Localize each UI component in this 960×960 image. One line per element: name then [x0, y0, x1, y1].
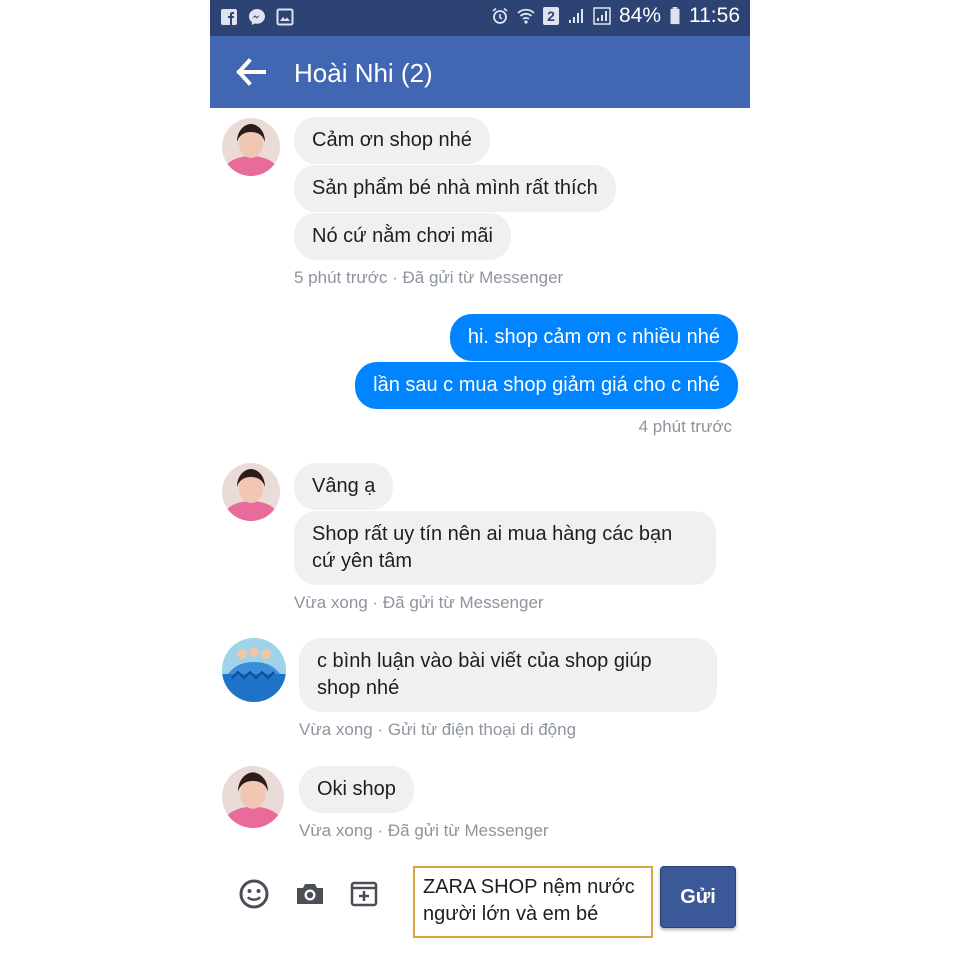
- message-meta: Vừa xong · Đã gửi từ Messenger: [299, 821, 549, 840]
- message-bubble: Shop rất uy tín nên ai mua hàng các bạn …: [294, 511, 716, 585]
- message-bubble-outgoing: hi. shop cảm ơn c nhiều nhé: [449, 314, 738, 361]
- app-bar: Hoài Nhi (2): [210, 36, 750, 108]
- message-bubble-outgoing: lần sau c mua shop giảm giá cho c nhé: [355, 362, 738, 409]
- phone-screen: 2 84% 11:56 Hoài Nhi (2) Cảm ơn shop nhé…: [210, 0, 750, 960]
- image-icon: [276, 8, 294, 26]
- message-bubble: Sản phẩm bé nhà mình rất thích: [294, 165, 616, 212]
- message-bubble: Oki shop: [299, 766, 414, 813]
- message-bubble: Vâng ạ: [294, 463, 394, 510]
- alarm-icon: [492, 7, 508, 24]
- signal-icon: [593, 7, 611, 25]
- battery-percent: 84%: [618, 4, 661, 27]
- message-meta: 4 phút trước: [638, 417, 732, 436]
- emoji-icon[interactable]: [238, 878, 270, 910]
- sim-badge: 2: [542, 7, 559, 25]
- facebook-icon: [221, 9, 237, 25]
- message-meta: 5 phút trước · Đã gửi từ Messenger: [294, 268, 564, 287]
- status-bar: 2 84% 11:56: [210, 0, 750, 36]
- messenger-icon: [249, 9, 265, 25]
- avatar[interactable]: [222, 118, 280, 176]
- clock: 11:56: [689, 4, 740, 27]
- wifi-icon: [517, 8, 535, 24]
- message-meta: Vừa xong · Đã gửi từ Messenger: [294, 593, 544, 612]
- avatar[interactable]: [222, 463, 280, 521]
- avatar[interactable]: [222, 766, 284, 828]
- camera-icon[interactable]: [294, 878, 326, 910]
- add-attachment-icon[interactable]: [348, 878, 380, 910]
- message-bubble: Nó cứ nằm chơi mãi: [294, 213, 511, 260]
- battery-icon: [670, 7, 680, 25]
- message-bubble: c bình luận vào bài viết của shop giúp s…: [299, 638, 717, 712]
- conversation-title: Hoài Nhi (2): [294, 58, 433, 88]
- message-bubble: Cảm ơn shop nhé: [294, 117, 490, 164]
- back-arrow-icon[interactable]: [236, 58, 266, 86]
- signal-icon: [568, 9, 583, 23]
- avatar[interactable]: [222, 638, 286, 702]
- send-button[interactable]: Gửi: [660, 866, 736, 928]
- message-meta: Vừa xong · Gửi từ điện thoại di động: [299, 720, 577, 739]
- message-input[interactable]: ZARA SHOP nệm nước người lớn và em bé: [413, 866, 653, 938]
